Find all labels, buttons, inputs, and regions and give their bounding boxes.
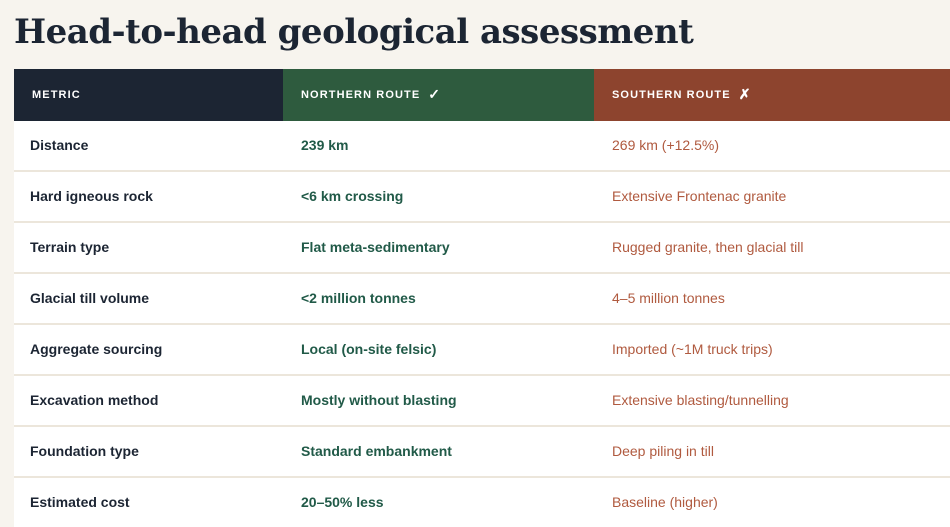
northern-route-value: Mostly without blasting [283,392,594,408]
metric-label: Estimated cost [14,494,283,510]
cross-icon: ✗ [739,86,751,103]
metric-label: Hard igneous rock [14,188,283,204]
table-body: Distance 239 km 269 km (+12.5%) Hard ign… [14,121,950,527]
table-row: Estimated cost 20–50% less Baseline (hig… [14,476,950,527]
metric-label: Foundation type [14,443,283,459]
metric-label: Aggregate sourcing [14,341,283,357]
metric-label: Excavation method [14,392,283,408]
page-title: Head-to-head geological assessment [14,11,950,55]
northern-route-value: <6 km crossing [283,188,594,204]
column-header-northern-label: NORTHERN ROUTE [301,89,420,101]
table-row: Foundation type Standard embankment Deep… [14,425,950,476]
northern-route-value: Flat meta-sedimentary [283,239,594,255]
southern-route-value: Extensive blasting/tunnelling [594,392,950,408]
southern-route-value: 4–5 million tonnes [594,290,950,306]
column-header-southern-route: SOUTHERN ROUTE ✗ [594,69,950,121]
northern-route-value: 239 km [283,137,594,153]
southern-route-value: Rugged granite, then glacial till [594,239,950,255]
comparison-table: METRIC NORTHERN ROUTE ✓ SOUTHERN ROUTE ✗… [14,69,950,527]
southern-route-value: Baseline (higher) [594,494,950,510]
table-row: Aggregate sourcing Local (on-site felsic… [14,323,950,374]
column-header-metric-label: METRIC [32,89,81,101]
column-header-southern-label: SOUTHERN ROUTE [612,89,731,101]
table-row: Excavation method Mostly without blastin… [14,374,950,425]
northern-route-value: <2 million tonnes [283,290,594,306]
northern-route-value: Standard embankment [283,443,594,459]
table-row: Hard igneous rock <6 km crossing Extensi… [14,170,950,221]
metric-label: Terrain type [14,239,283,255]
southern-route-value: Deep piling in till [594,443,950,459]
northern-route-value: Local (on-site felsic) [283,341,594,357]
metric-label: Distance [14,137,283,153]
check-icon: ✓ [428,86,440,103]
table-row: Distance 239 km 269 km (+12.5%) [14,121,950,170]
metric-label: Glacial till volume [14,290,283,306]
southern-route-value: 269 km (+12.5%) [594,137,950,153]
northern-route-value: 20–50% less [283,494,594,510]
column-header-metric: METRIC [14,69,283,121]
table-header-row: METRIC NORTHERN ROUTE ✓ SOUTHERN ROUTE ✗ [14,69,950,121]
southern-route-value: Extensive Frontenac granite [594,188,950,204]
southern-route-value: Imported (~1M truck trips) [594,341,950,357]
column-header-northern-route: NORTHERN ROUTE ✓ [283,69,594,121]
table-row: Glacial till volume <2 million tonnes 4–… [14,272,950,323]
table-row: Terrain type Flat meta-sedimentary Rugge… [14,221,950,272]
